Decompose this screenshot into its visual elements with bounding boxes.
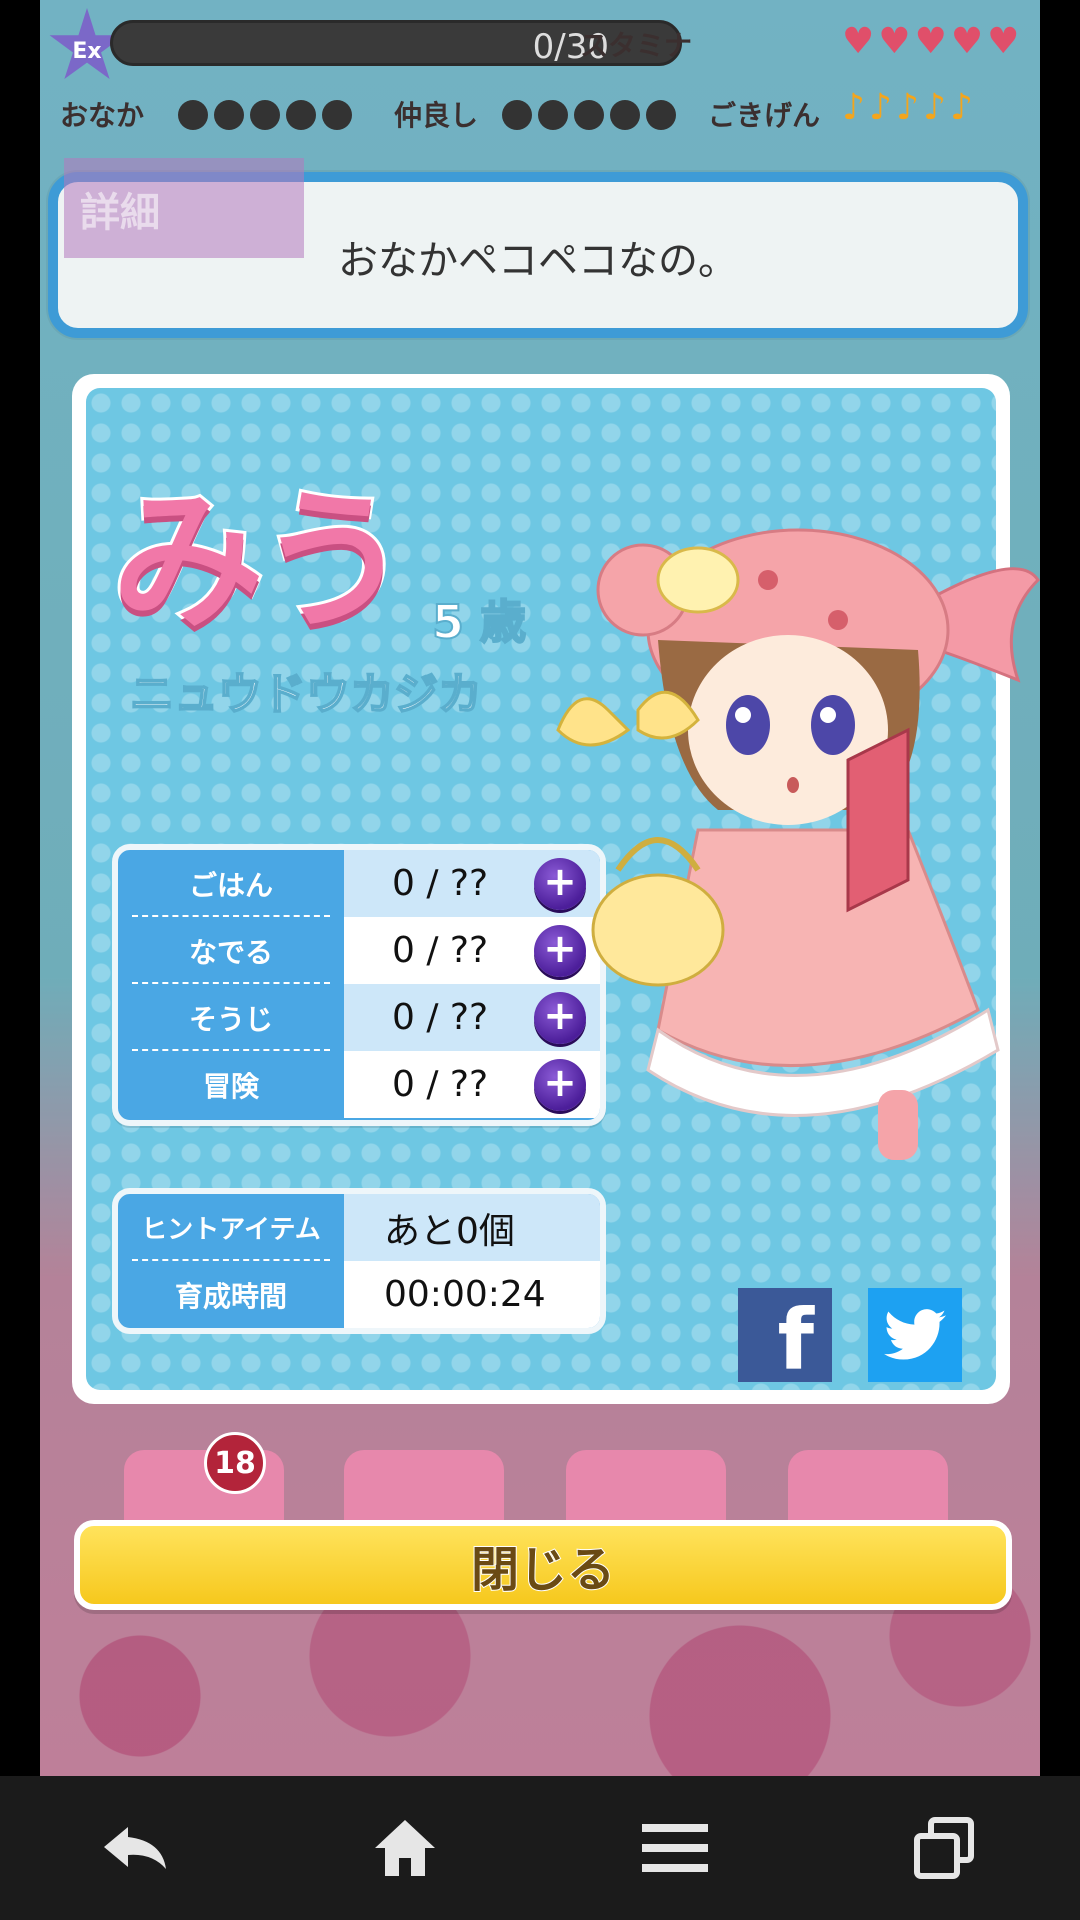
hunger-dot-icon [286,100,316,130]
music-note-icon: ♪ [895,87,919,128]
info-value: あと0個 [344,1194,600,1261]
friendship-label: 仲良し [394,99,479,132]
music-note-icon: ♪ [868,87,892,128]
back-arrow-icon [104,1827,166,1869]
friendship-dot-icon [646,100,676,130]
character-age: 5 歳 [431,594,527,650]
info-row: ヒントアイテム あと0個 [118,1194,600,1261]
music-note-icon: ♪ [842,87,865,128]
friendship-dot-icon [574,100,604,130]
stat-label: なでる [118,917,344,984]
character-species: ニュウドウカジカ [129,668,483,721]
stat-value: 0 / ?? [392,863,489,904]
twitter-bird-icon [884,1309,946,1360]
stat-row: 冒険 0 / ?? + [118,1051,600,1118]
hunger-label: おなか [60,99,145,132]
hunger-dot-icon [250,100,280,130]
hunger-meter [178,100,352,130]
friendship-meter [502,100,676,130]
hunger-dot-icon [214,100,244,130]
friendship-dot-icon [502,100,532,130]
heart-icon: ♥ [950,21,984,62]
stamina-label: スタミナ [580,29,693,62]
info-table: ヒントアイテム あと0個 育成時間 00:00:24 [112,1188,606,1334]
stat-value: 0 / ?? [392,1064,489,1105]
detail-tab-button[interactable]: 詳細 [64,158,304,258]
close-button[interactable]: 閉じる [74,1520,1012,1610]
info-label: 育成時間 [174,1279,287,1313]
music-note-icon: ♪ [949,87,973,128]
heart-icon: ♥ [987,21,1020,62]
character-illustration [556,528,1040,1160]
facebook-share-button[interactable]: f [738,1288,832,1382]
detail-tab-label: 詳細 [80,190,160,236]
menu-lines-icon [642,1824,708,1872]
stat-label: ごはん [118,850,344,917]
mood-meter: ♪ ♪ ♪ ♪ ♪ [842,88,973,128]
facebook-icon: f [777,1291,814,1382]
back-button[interactable] [75,1788,195,1908]
info-label: ヒントアイテム [118,1194,344,1261]
mood-label: ごきげん [708,99,821,132]
hunger-dot-icon [322,100,352,130]
friendship-dot-icon [538,100,568,130]
info-row: 育成時間 00:00:24 [118,1261,600,1328]
home-button[interactable] [345,1788,465,1908]
recent-apps-icon [914,1817,974,1879]
stat-label: そうじ [118,984,344,1051]
info-value: 00:00:24 [344,1261,600,1328]
recent-apps-button[interactable] [885,1788,1005,1908]
stat-label: 冒険 [202,1069,259,1103]
stat-row: そうじ 0 / ?? + [118,984,600,1051]
stat-value: 0 / ?? [392,930,489,971]
ex-level-label: Ex [72,38,102,64]
heart-icon: ♥ [914,21,947,62]
twitter-share-button[interactable] [868,1288,962,1382]
music-note-icon: ♪ [922,87,946,128]
menu-button[interactable] [615,1788,735,1908]
close-button-label: 閉じる [470,1541,616,1599]
status-hud: Ex 0/30 スタミナ ♥ ♥ ♥ ♥ ♥ おなか 仲良し ごきげん ♪ ♪ … [40,0,1040,150]
stat-row: なでる 0 / ?? + [118,917,600,984]
stat-value: 0 / ?? [392,997,489,1038]
stamina-hearts: ♥ ♥ ♥ ♥ ♥ [842,22,1019,62]
friendship-dot-icon [610,100,640,130]
heart-icon: ♥ [878,21,911,62]
stat-row: ごはん 0 / ?? + [118,850,600,917]
home-icon [375,1820,435,1876]
heart-icon: ♥ [842,21,875,62]
notification-badge: 18 [204,1432,266,1494]
care-stats-table: ごはん 0 / ?? + なでる 0 / ?? + そうじ 0 / ?? + 冒… [112,844,606,1126]
character-name: みう [109,470,413,653]
system-navigation-bar [0,1776,1080,1920]
hunger-dot-icon [178,100,208,130]
